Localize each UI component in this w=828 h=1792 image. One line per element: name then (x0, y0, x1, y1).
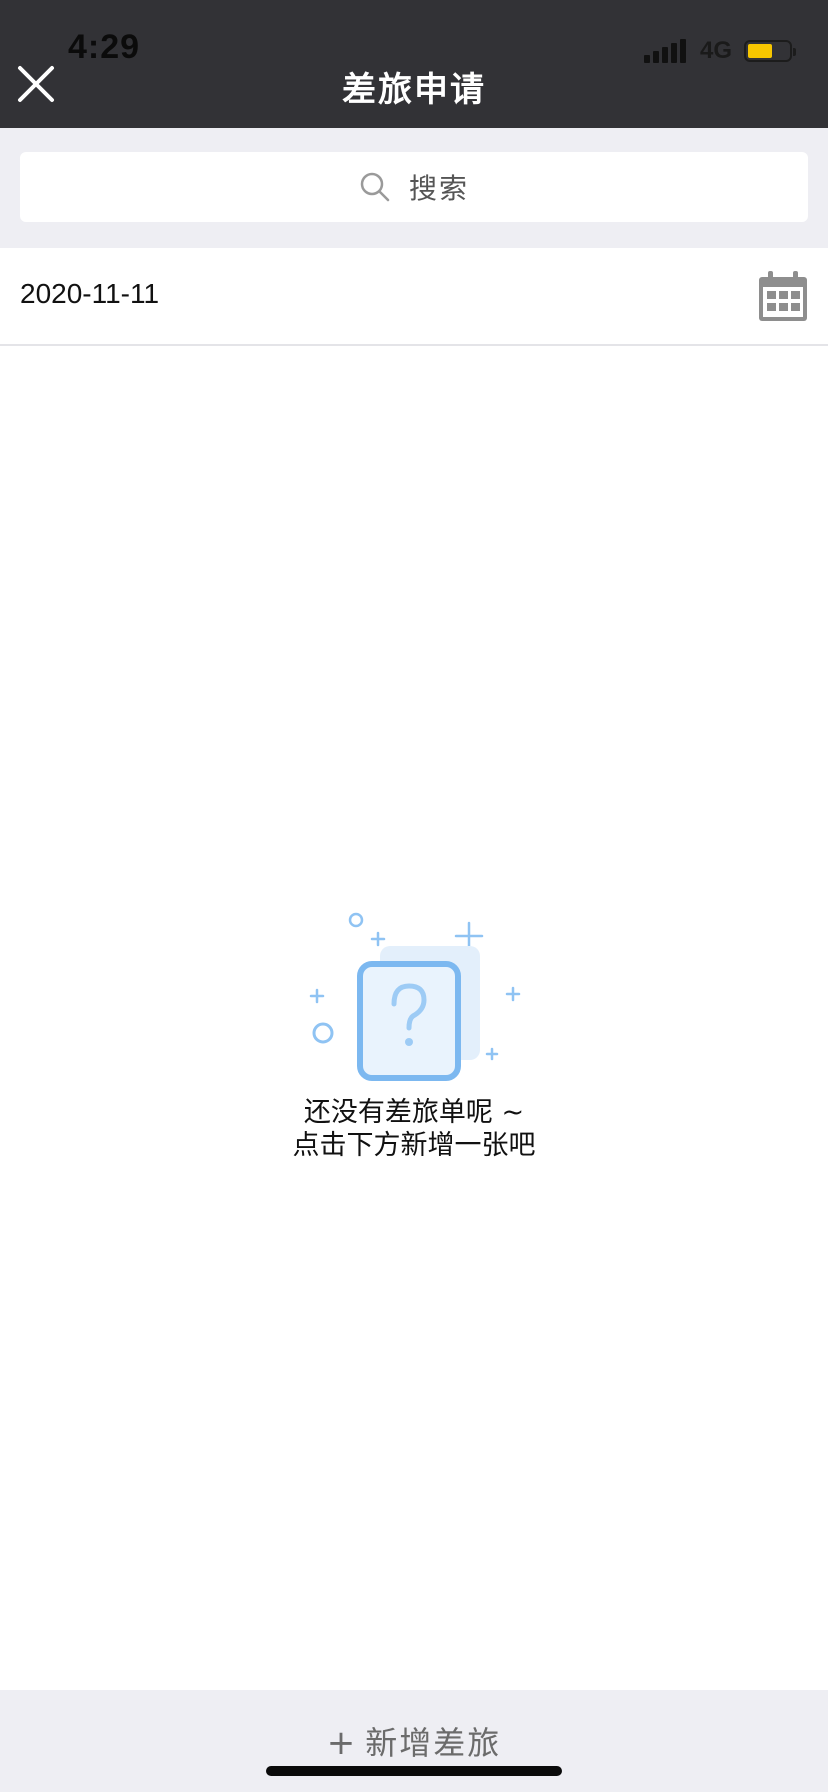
date-value: 2020-11-11 (20, 278, 160, 309)
calendar-icon (759, 271, 807, 321)
page-title: 差旅申请 (342, 70, 486, 110)
search-icon (360, 172, 390, 202)
plus-icon: + (326, 1723, 358, 1763)
battery-fill (748, 44, 772, 58)
calendar-button[interactable] (758, 270, 808, 322)
question-document-icon (309, 912, 521, 1081)
empty-state-message: 还没有差旅单呢 ~ 点击下方新增一张吧 (0, 1096, 828, 1162)
signal-icon (643, 39, 686, 63)
date-filter-row[interactable]: 2020-11-11 (0, 248, 828, 346)
bottom-bar: + 新增差旅 (0, 1690, 828, 1792)
battery-icon (744, 40, 796, 62)
empty-state-line1: 还没有差旅单呢 ~ (303, 1097, 525, 1128)
home-indicator (266, 1766, 562, 1776)
network-type: 4G (699, 37, 732, 64)
search-input[interactable]: 搜索 (20, 152, 808, 222)
screen: 4:29 4G 差旅申请 搜索 2020-11-11 还没有差旅单呢 ~ 点击下… (0, 0, 828, 1792)
empty-state-line2: 点击下方新增一张吧 (292, 1130, 536, 1161)
add-trip-label: 新增差旅 (365, 1724, 502, 1762)
search-section: 搜索 (0, 128, 828, 248)
search-placeholder: 搜索 (408, 172, 469, 205)
add-trip-button[interactable]: + 新增差旅 (0, 1718, 828, 1764)
header-bar: 4:29 4G 差旅申请 (0, 0, 828, 128)
